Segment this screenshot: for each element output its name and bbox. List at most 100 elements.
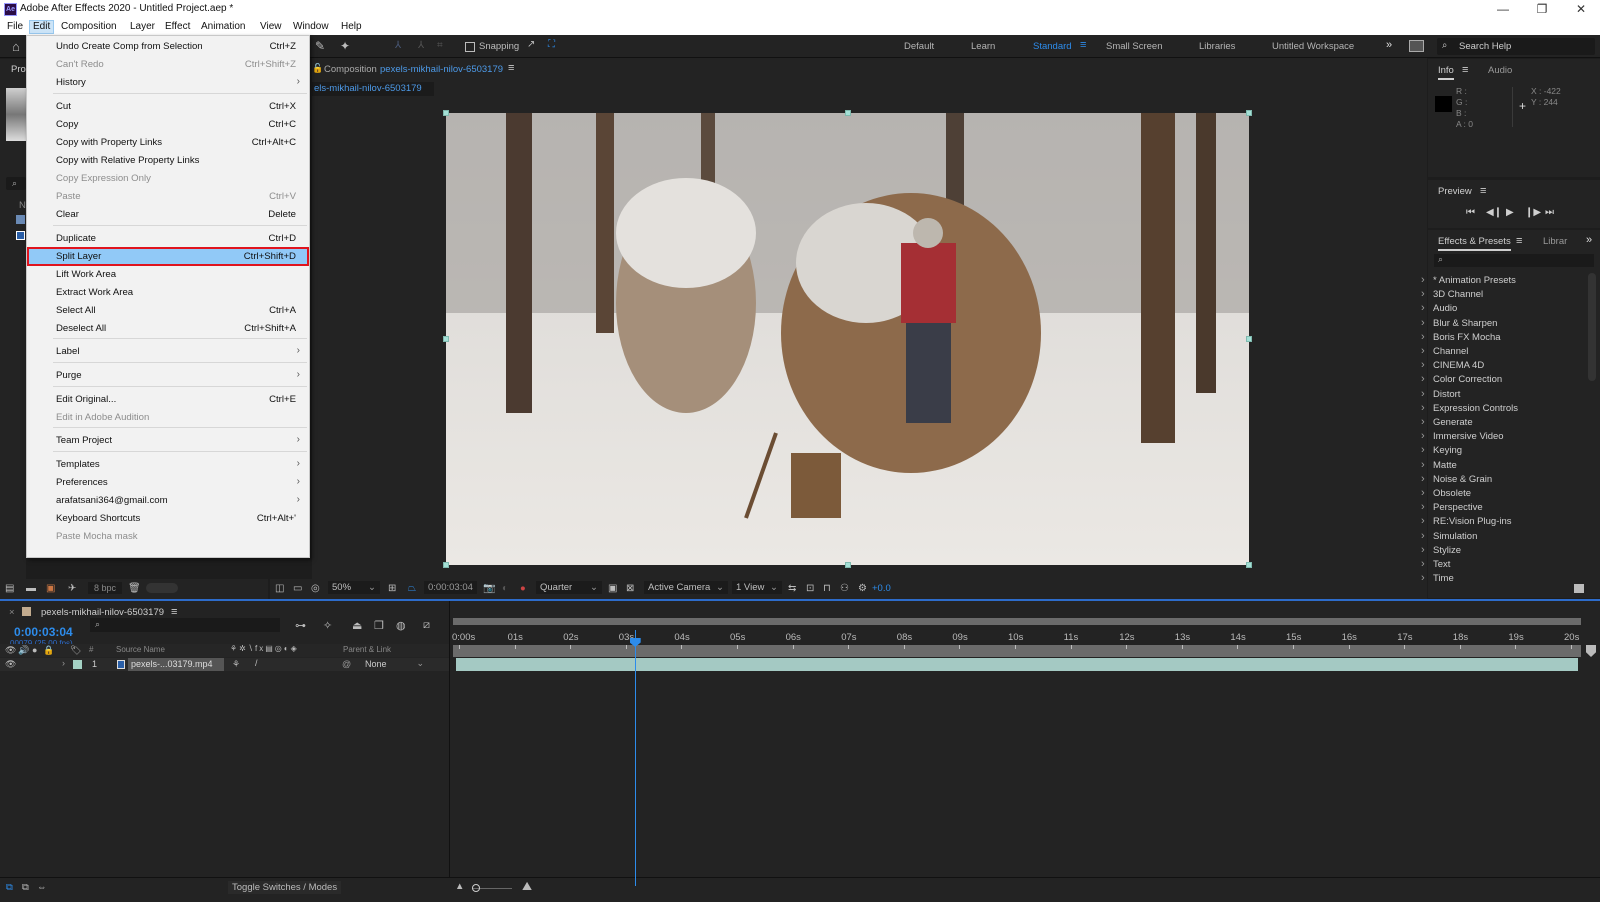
layer-row[interactable]: 👁 › 1 pexels-...03179.mp4 ⚘ / @ None ⌄ — [0, 658, 450, 671]
always-preview-icon[interactable]: ◫ — [275, 583, 284, 594]
work-area-bar[interactable] — [453, 618, 1581, 625]
solo-switch-icon[interactable]: ● — [32, 645, 37, 655]
lock-icon[interactable]: 🔓 — [312, 63, 323, 74]
toggle-pixel-aspect-icon[interactable]: ⇆ — [788, 583, 796, 594]
effects-category-item[interactable]: RE:Vision Plug-ins — [1421, 515, 1511, 527]
menu-edit[interactable]: Edit — [29, 20, 55, 34]
audio-tab[interactable]: Audio — [1488, 65, 1512, 76]
menu-item-preferences[interactable]: Preferences › — [28, 474, 308, 491]
menu-item-arafatsani364-gmail-com[interactable]: arafatsani364@gmail.com › — [28, 492, 308, 509]
effects-category-item[interactable]: Text — [1421, 558, 1451, 570]
frame-handle[interactable] — [1246, 336, 1252, 342]
effects-category-item[interactable]: Blur & Sharpen — [1421, 317, 1498, 329]
effects-category-item[interactable]: Matte — [1421, 459, 1457, 471]
search-help-input[interactable]: ⌕ Search Help — [1437, 38, 1595, 55]
audio-switch-icon[interactable]: 🔊 — [18, 645, 29, 656]
frame-handle[interactable] — [443, 336, 449, 342]
menu-layer[interactable]: Layer — [127, 21, 158, 33]
last-frame-icon[interactable]: ⏭ — [1545, 207, 1554, 218]
toggle-switches-modes-button[interactable]: Toggle Switches / Modes — [228, 881, 342, 894]
interpret-footage-icon[interactable]: ▤ — [5, 583, 14, 594]
effects-category-item[interactable]: Keying — [1421, 444, 1462, 456]
playhead[interactable] — [629, 630, 641, 886]
pick-whip-icon[interactable]: @ — [342, 659, 351, 669]
resolution-dropdown[interactable]: Quarter ⌄ — [536, 581, 602, 594]
workspace-small-screen[interactable]: Small Screen — [1106, 41, 1163, 52]
menu-item-select-all[interactable]: Select All Ctrl+A — [28, 302, 308, 319]
menu-item-extract-work-area[interactable]: Extract Work Area — [28, 284, 308, 301]
next-frame-icon[interactable]: ❙▶ — [1525, 207, 1541, 218]
frame-handle[interactable] — [845, 562, 851, 568]
effects-search-input[interactable]: ⌕ — [1434, 254, 1594, 267]
maximize-button[interactable]: ❐ — [1527, 1, 1557, 17]
exposure-reset-icon[interactable]: ⚙ — [858, 583, 867, 594]
snapping-checkbox[interactable] — [465, 42, 475, 52]
frame-handle[interactable] — [443, 110, 449, 116]
menu-view[interactable]: View — [257, 21, 285, 33]
home-icon[interactable]: ⌂ — [12, 39, 20, 54]
menu-item-purge[interactable]: Purge › — [28, 367, 308, 384]
effects-category-item[interactable]: Audio — [1421, 302, 1457, 314]
trash-icon[interactable]: 🗑 — [128, 583, 141, 594]
project-tab[interactable]: Pro — [11, 64, 26, 75]
play-icon[interactable]: ▶ — [1506, 207, 1514, 218]
workspace-untitled[interactable]: Untitled Workspace — [1272, 41, 1354, 52]
snap-bounds-icon[interactable]: ⛶ — [548, 39, 555, 50]
close-button[interactable]: ✕ — [1566, 1, 1596, 17]
transfer-controls-icon[interactable]: ⧉ — [22, 882, 29, 893]
preview-menu-icon[interactable]: ≡ — [1480, 185, 1486, 197]
minimize-button[interactable]: — — [1488, 1, 1518, 17]
frame-handle[interactable] — [443, 562, 449, 568]
first-frame-icon[interactable]: ⏮ — [1466, 207, 1475, 218]
layer-visibility-icon[interactable]: 👁 — [5, 659, 16, 670]
frame-blending-icon[interactable]: ❐ — [374, 619, 384, 632]
views-dropdown[interactable]: 1 View ⌄ — [732, 581, 782, 594]
workspace-learn[interactable]: Learn — [971, 41, 995, 52]
workspace-default[interactable]: Default — [904, 41, 934, 52]
menu-item-clear[interactable]: Clear Delete — [28, 206, 308, 223]
effects-menu-icon[interactable]: ≡ — [1516, 235, 1522, 247]
timeline-timecode[interactable]: 0:00:03:04 — [14, 625, 73, 639]
show-snapshot-icon[interactable]: ◐ — [502, 583, 508, 594]
menu-item-copy-with-property-links[interactable]: Copy with Property Links Ctrl+Alt+C — [28, 134, 308, 151]
composition-tab-name[interactable]: pexels-mikhail-nilov-6503179 — [380, 64, 503, 75]
video-switch-icon[interactable]: 👁 — [5, 645, 16, 656]
parent-dropdown[interactable]: None ⌄ — [357, 658, 430, 671]
color-channels-icon[interactable]: ● — [520, 583, 526, 594]
effects-category-item[interactable]: Generate — [1421, 416, 1473, 428]
menu-item-history[interactable]: History › — [28, 74, 308, 91]
timeline-link-icon[interactable]: ⊓ — [823, 583, 831, 594]
motion-blur-icon[interactable]: ◍ — [396, 619, 406, 632]
libraries-tab[interactable]: Librar — [1543, 236, 1567, 247]
timeline-comp-tab[interactable]: pexels-mikhail-nilov-6503179 — [41, 607, 164, 618]
new-folder-icon[interactable]: ▬ — [26, 583, 36, 594]
menu-composition[interactable]: Composition — [58, 21, 120, 33]
effects-category-item[interactable]: Boris FX Mocha — [1421, 331, 1501, 343]
effects-category-item[interactable]: Time — [1421, 572, 1454, 584]
layer-name[interactable]: pexels-...03179.mp4 — [128, 658, 224, 671]
fast-previews-icon[interactable]: ▣ — [608, 583, 617, 594]
layer-switches-icon[interactable]: ⧉ — [6, 882, 13, 893]
region-of-interest-icon[interactable]: ⏢ — [408, 583, 416, 594]
menu-item-templates[interactable]: Templates › — [28, 456, 308, 473]
quality-switch-icon[interactable]: / — [255, 658, 258, 668]
menu-item-cut[interactable]: Cut Ctrl+X — [28, 98, 308, 115]
zoom-in-icon[interactable]: ⛰ — [522, 879, 532, 894]
axis-view-icon[interactable]: ⌗ — [437, 40, 443, 51]
panel-more-icon[interactable]: » — [1586, 234, 1592, 246]
effects-category-item[interactable]: 3D Channel — [1421, 288, 1483, 300]
menu-item-duplicate[interactable]: Duplicate Ctrl+D — [28, 230, 308, 247]
monitor-icon[interactable]: ▭ — [293, 583, 302, 594]
comp-flowchart-icon[interactable]: ⚇ — [840, 583, 849, 594]
safe-margins-icon[interactable]: ⊞ — [388, 583, 396, 594]
project-scroll-slider[interactable] — [146, 583, 178, 593]
effects-category-item[interactable]: Simulation — [1421, 530, 1477, 542]
effects-category-item[interactable]: Expression Controls — [1421, 402, 1518, 414]
flowchart-icon[interactable]: ⊡ — [806, 583, 814, 594]
composition-frame[interactable] — [446, 113, 1249, 565]
lock-switch-icon[interactable]: 🔒 — [43, 645, 54, 656]
more-workspaces-icon[interactable]: » — [1386, 39, 1392, 51]
info-menu-icon[interactable]: ≡ — [1462, 64, 1468, 76]
menu-item-copy-with-relative-property-links[interactable]: Copy with Relative Property Links — [28, 152, 308, 169]
frame-handle[interactable] — [1246, 562, 1252, 568]
